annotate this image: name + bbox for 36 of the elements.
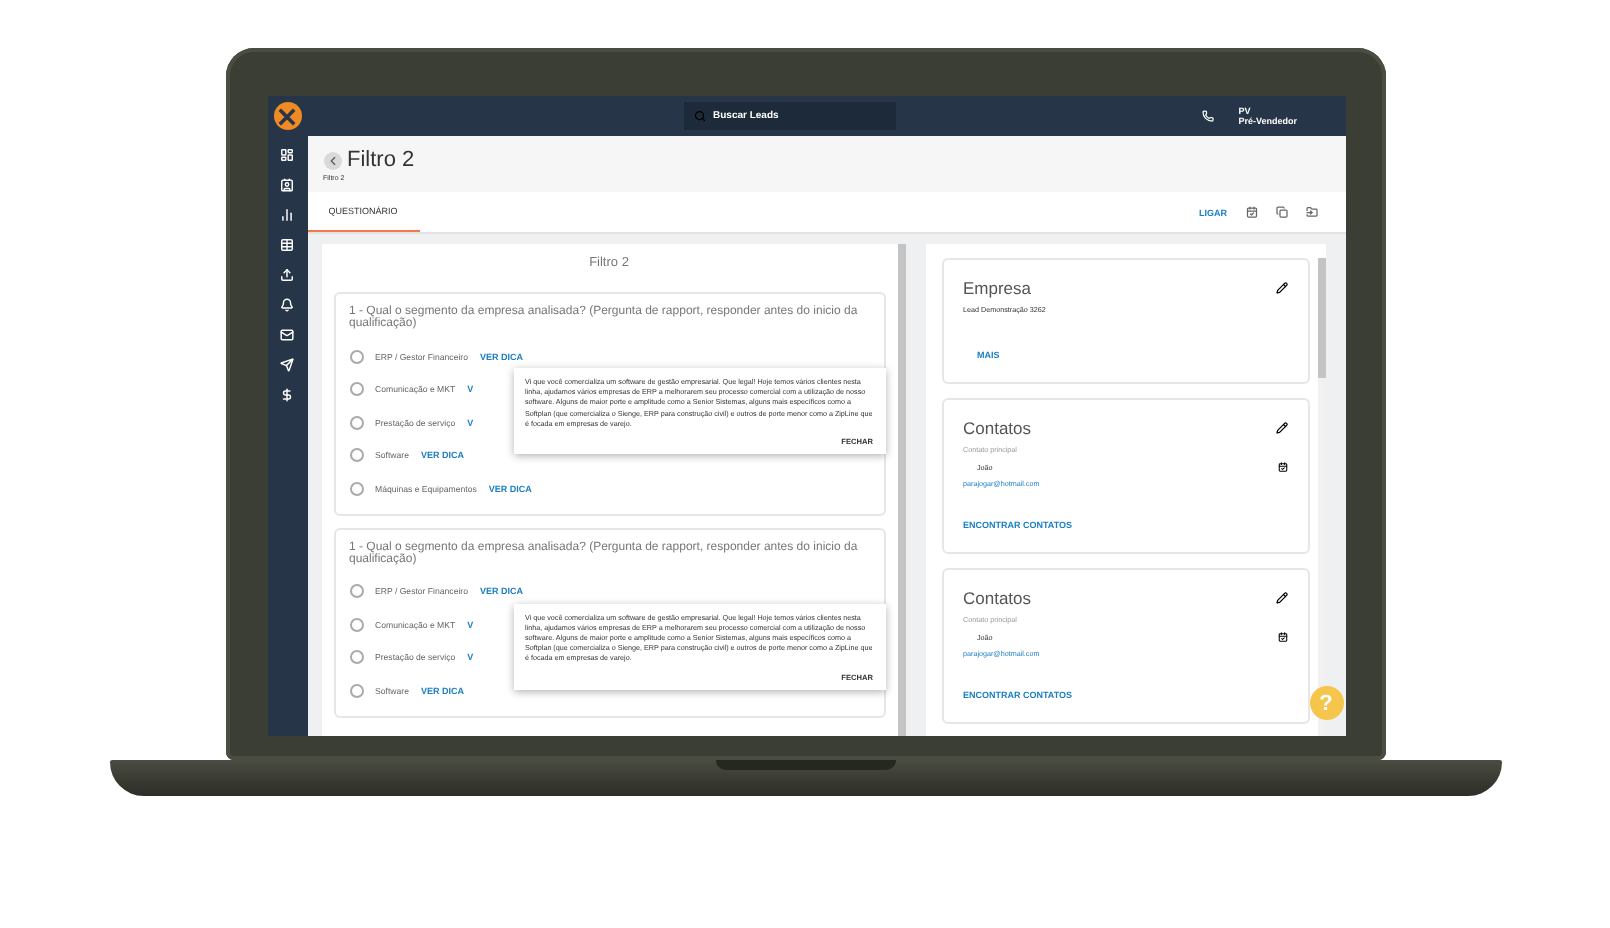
table-icon[interactable] <box>280 238 294 252</box>
search-icon <box>693 110 705 122</box>
radio-button[interactable] <box>349 683 363 698</box>
card-title: Contatos <box>963 418 1032 438</box>
card-title: Empresa <box>963 278 1032 298</box>
send-icon[interactable] <box>280 358 294 372</box>
edit-icon[interactable] <box>1275 282 1287 294</box>
radio-button[interactable] <box>349 617 363 632</box>
edit-icon[interactable] <box>1275 592 1287 604</box>
dollar-icon[interactable] <box>280 388 294 402</box>
radio-button[interactable] <box>349 382 363 397</box>
contact-card-icon[interactable] <box>280 178 294 192</box>
chevron-left-icon <box>325 153 339 167</box>
radio-button[interactable] <box>349 415 363 430</box>
radio-button[interactable] <box>349 650 363 665</box>
copy-icon[interactable] <box>1275 206 1287 218</box>
scrollbar[interactable] <box>897 244 905 736</box>
mail-icon[interactable] <box>280 328 294 342</box>
contact-action-icon[interactable] <box>1277 632 1287 642</box>
contact-action-icon[interactable] <box>1277 462 1287 472</box>
bell-icon[interactable] <box>280 298 294 312</box>
folder-icon[interactable] <box>1305 206 1317 218</box>
edit-icon[interactable] <box>1275 422 1287 434</box>
dashboard-icon[interactable] <box>280 148 294 162</box>
bar-chart-icon[interactable] <box>280 208 294 222</box>
phone-icon[interactable] <box>1202 110 1215 122</box>
radio-button[interactable] <box>349 584 363 599</box>
page-title: Filtro 2 <box>347 148 415 172</box>
card-title: Contatos <box>963 588 1032 608</box>
radio-button[interactable] <box>349 448 363 463</box>
back-button[interactable] <box>323 151 341 169</box>
upload-icon[interactable] <box>280 268 294 282</box>
radio-button[interactable] <box>349 481 363 496</box>
radio-button[interactable] <box>349 349 363 364</box>
logo-icon[interactable] <box>273 102 301 130</box>
calendar-icon[interactable] <box>1245 206 1257 218</box>
